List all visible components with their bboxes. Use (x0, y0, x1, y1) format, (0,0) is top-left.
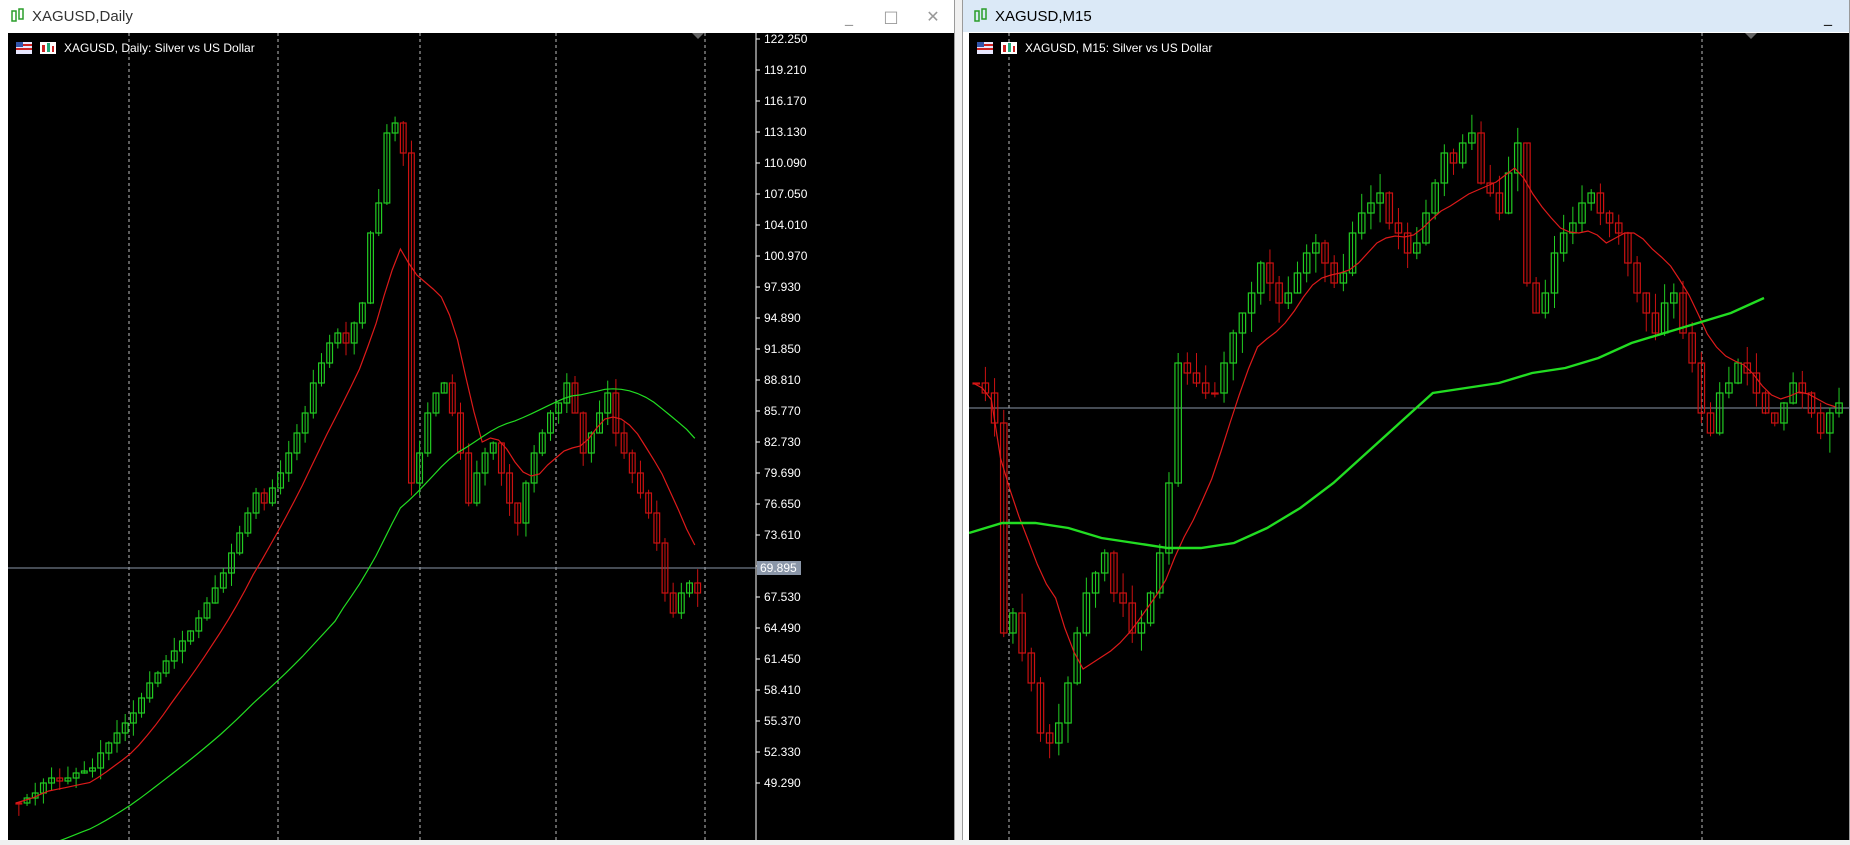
chart-label: XAGUSD, Daily: Silver vs US Dollar (64, 41, 255, 55)
price-tick-label: 85.770 (764, 404, 801, 418)
price-tick-label: 122.250 (764, 33, 808, 46)
price-tick-label: 119.210 (764, 63, 807, 77)
window-m15[interactable]: XAGUSD,M15 _ XAGUSD, M15: Silver vs US D… (962, 0, 1850, 840)
chart-header: XAGUSD, Daily: Silver vs US Dollar (16, 41, 255, 55)
price-tick-label: 113.130 (764, 125, 807, 139)
price-tick-label: 49.290 (764, 776, 801, 790)
titlebar[interactable]: XAGUSD,M15 _ (963, 0, 1849, 32)
maximize-button[interactable]: □ (870, 0, 912, 32)
flag-icon (977, 42, 993, 54)
window-daily[interactable]: XAGUSD,Daily _ □ ✕ 122.250 119.210 116.170… (0, 0, 955, 845)
price-tick-label: 94.890 (764, 311, 801, 325)
price-chart[interactable] (968, 33, 1850, 840)
price-tick-label: 91.850 (764, 342, 801, 356)
moving-average-fast (15, 247, 696, 804)
moving-average-slow (47, 388, 696, 845)
titlebar[interactable]: XAGUSD,Daily _ □ ✕ (0, 0, 954, 32)
indicator-icon (1001, 42, 1017, 54)
candle-body (1211, 392, 1219, 395)
price-tick-label: 58.410 (764, 683, 801, 697)
chart-canvas[interactable]: 122.250 119.210 116.170 113.130 110.090 107.0… (8, 32, 955, 845)
price-tick-label: 104.010 (764, 218, 808, 232)
price-tick-label: 100.970 (764, 249, 808, 263)
price-tick-label: 61.450 (764, 652, 801, 666)
window-title: XAGUSD,Daily (32, 7, 133, 25)
chart-icon (11, 8, 24, 22)
price-tick-label: 107.050 (764, 187, 808, 201)
price-tick-label: 76.650 (764, 497, 801, 511)
price-tick-label: 64.490 (764, 621, 801, 635)
price-tick-label: 67.530 (764, 590, 801, 604)
minimize-button[interactable]: _ (828, 0, 870, 32)
chart-icon (974, 8, 987, 22)
chart-header: XAGUSD, M15: Silver vs US Dollar (977, 41, 1212, 55)
price-tick-label: 73.610 (764, 528, 801, 542)
scroll-marker (1745, 33, 1757, 39)
flag-icon (16, 42, 32, 54)
price-tick-label: 79.690 (764, 466, 801, 480)
scroll-marker (692, 33, 704, 39)
price-tick-label: 110.090 (764, 156, 807, 170)
chart-canvas[interactable]: XAGUSD, M15: Silver vs US Dollar (968, 33, 1850, 840)
minimize-button[interactable]: _ (1807, 0, 1849, 32)
current-price-label: 69.895 (760, 561, 797, 575)
price-tick-label: 116.170 (764, 94, 807, 108)
price-tick-label: 97.930 (764, 280, 801, 294)
price-tick-label: 82.730 (764, 435, 801, 449)
price-tick-label: 88.810 (764, 373, 801, 387)
close-button[interactable]: ✕ (912, 0, 954, 32)
moving-average-slow (968, 296, 1765, 550)
window-title: XAGUSD,M15 (995, 7, 1092, 25)
price-tick-label: 52.330 (764, 745, 801, 759)
indicator-icon (40, 42, 56, 54)
chart-label: XAGUSD, M15: Silver vs US Dollar (1025, 41, 1213, 55)
price-chart[interactable]: 122.250 119.210 116.170 113.130 110.090 107.0… (8, 32, 955, 845)
price-tick-label: 55.370 (764, 714, 801, 728)
